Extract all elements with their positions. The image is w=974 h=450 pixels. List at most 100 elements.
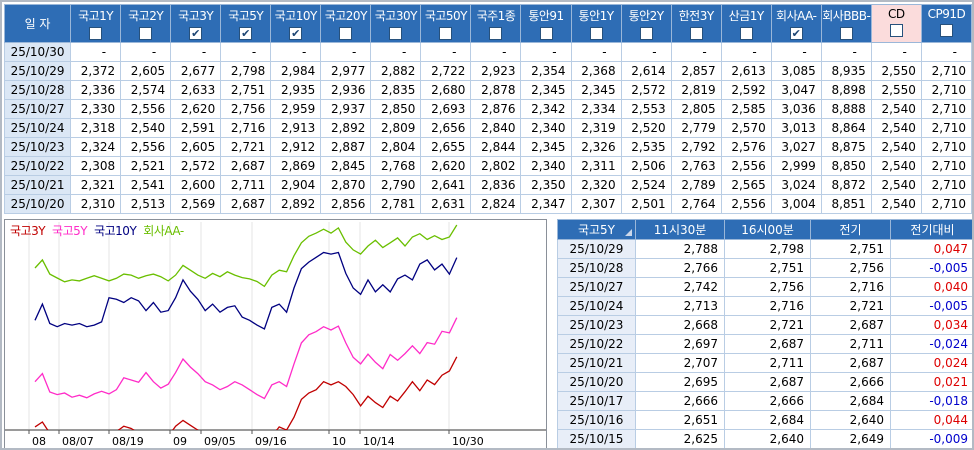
rate-cell: 2,711 [220, 175, 272, 195]
column-header-국주1종[interactable]: 국주1종 [470, 4, 522, 43]
column-header-산금1Y[interactable]: 산금1Y [720, 4, 772, 43]
column-checkbox[interactable]: ✔ [239, 27, 253, 40]
bond-rates-window: 일 자 국고1Y 국고2Y 국고3Y ✔ 국고5Y ✔ 국고10Y ✔ 국고20Y 국고30Y 국고5… [0, 0, 974, 450]
change-cell: 0,021 [890, 372, 972, 392]
date-column-header[interactable]: 일 자 [4, 4, 72, 43]
column-checkbox[interactable] [689, 27, 703, 40]
column-checkbox[interactable] [389, 27, 403, 40]
rate-cell: 2,923 [470, 61, 522, 81]
rate-cell: 2,540 [120, 118, 172, 138]
column-checkbox[interactable] [89, 27, 103, 40]
value-1600-cell: 2,640 [724, 429, 811, 448]
column-header-국고2Y[interactable]: 국고2Y [120, 4, 172, 43]
rate-cell: - [420, 42, 472, 62]
rate-cell: 2,763 [670, 156, 722, 176]
column-header-통안1Y[interactable]: 통안1Y [570, 4, 622, 43]
column-checkbox[interactable] [439, 27, 453, 40]
detail-table: 국고5Y 11시30분 16시00분 전기 전기대비 25/10/29 2,788 2,7… [557, 219, 972, 448]
rate-cell: 2,570 [720, 118, 772, 138]
column-checkbox[interactable]: ✔ [289, 27, 303, 40]
rate-cell: 2,937 [320, 99, 372, 119]
column-header-국고5Y[interactable]: 국고5Y ✔ [220, 4, 272, 43]
rate-cell: 2,631 [420, 194, 472, 214]
table-row[interactable]: 25/10/22 2,308 2,521 2,572 2,687 2,869 2,845 2,… [4, 156, 972, 176]
date-cell: 25/10/20 [4, 194, 72, 214]
detail-row[interactable]: 25/10/22 2,697 2,687 2,711 -0,024 [557, 334, 972, 354]
detail-column-header[interactable]: 11시30분 [635, 219, 725, 240]
column-checkbox[interactable] [939, 24, 953, 37]
table-row[interactable]: 25/10/23 2,324 2,556 2,605 2,721 2,912 2,887 2,… [4, 137, 972, 157]
rate-cell: 2,789 [670, 175, 722, 195]
detail-row[interactable]: 25/10/27 2,742 2,756 2,716 0,040 [557, 277, 972, 297]
column-header-국고3Y[interactable]: 국고3Y ✔ [170, 4, 222, 43]
table-row[interactable]: 25/10/28 2,336 2,574 2,633 2,751 2,935 2,936 2,… [4, 80, 972, 100]
value-1600-cell: 2,721 [724, 315, 811, 335]
column-header-회사BBB-[interactable]: 회사BBB- [820, 4, 872, 43]
detail-column-header[interactable]: 전기 [810, 219, 891, 240]
column-header-통안91[interactable]: 통안91 [520, 4, 572, 43]
rate-cell: 2,984 [270, 61, 322, 81]
value-1130-cell: 2,766 [635, 258, 725, 278]
column-header-통안2Y[interactable]: 통안2Y [620, 4, 672, 43]
column-checkbox[interactable] [489, 27, 503, 40]
daily-rates-table: 일 자 국고1Y 국고2Y 국고3Y ✔ 국고5Y ✔ 국고10Y ✔ 국고20Y 국고30Y 국고5… [4, 4, 972, 214]
column-checkbox[interactable]: ✔ [189, 27, 203, 40]
table-row[interactable]: 25/10/30- - - - - - - - - - - - - - - - - - [4, 42, 972, 62]
date-cell: 25/10/22 [557, 334, 636, 354]
column-header-한전3Y[interactable]: 한전3Y [670, 4, 722, 43]
column-header-국고10Y[interactable]: 국고10Y ✔ [270, 4, 322, 43]
detail-row[interactable]: 25/10/23 2,668 2,721 2,687 0,034 [557, 315, 972, 335]
series-select-header[interactable]: 국고5Y [557, 219, 636, 240]
column-checkbox[interactable] [339, 27, 353, 40]
rate-cell: 2,857 [670, 61, 722, 81]
detail-column-header[interactable]: 16시00분 [724, 219, 811, 240]
rate-cell: 2,572 [620, 80, 672, 100]
table-row[interactable]: 25/10/21 2,321 2,541 2,600 2,711 2,904 2,870 2,… [4, 175, 972, 195]
detail-row[interactable]: 25/10/15 2,625 2,640 2,649 -0,009 [557, 429, 972, 448]
column-checkbox[interactable] [839, 27, 853, 40]
table-row[interactable]: 25/10/24 2,318 2,540 2,591 2,716 2,913 2,892 2,… [4, 118, 972, 138]
column-checkbox[interactable] [139, 27, 153, 40]
rate-cell: 2,345 [520, 80, 572, 100]
legend-item: 국고3Y [10, 224, 46, 238]
rate-cell: 2,342 [520, 99, 572, 119]
column-header-CP91D[interactable]: CP91D [920, 4, 972, 43]
column-checkbox[interactable] [539, 27, 553, 40]
column-header-회사AA-[interactable]: 회사AA- ✔ [770, 4, 822, 43]
detail-row[interactable]: 25/10/16 2,651 2,684 2,640 0,044 [557, 410, 972, 430]
prev-cell: 2,687 [810, 315, 891, 335]
rate-cell: 2,655 [420, 137, 472, 157]
detail-row[interactable]: 25/10/20 2,695 2,687 2,666 0,021 [557, 372, 972, 392]
date-cell: 25/10/15 [557, 429, 636, 448]
column-checkbox[interactable] [739, 27, 753, 40]
rate-cell: 2,904 [270, 175, 322, 195]
detail-row[interactable]: 25/10/17 2,666 2,666 2,684 -0,018 [557, 391, 972, 411]
column-checkbox[interactable]: ✔ [789, 27, 803, 40]
value-1600-cell: 2,798 [724, 239, 811, 259]
column-checkbox[interactable] [639, 27, 653, 40]
rate-cell: 2,340 [520, 156, 572, 176]
table-row[interactable]: 25/10/27 2,330 2,556 2,620 2,756 2,959 2,937 2,… [4, 99, 972, 119]
detail-row[interactable]: 25/10/29 2,788 2,798 2,751 0,047 [557, 239, 972, 259]
rate-cell: 2,790 [370, 175, 422, 195]
detail-column-header[interactable]: 전기대비 [890, 219, 972, 240]
rate-cell: - [870, 42, 922, 62]
rate-cell: 2,334 [570, 99, 622, 119]
column-header-국고20Y[interactable]: 국고20Y [320, 4, 372, 43]
column-header-국고50Y[interactable]: 국고50Y [420, 4, 472, 43]
rate-cell: 3,036 [770, 99, 822, 119]
rate-cell: 2,710 [920, 175, 972, 195]
column-checkbox[interactable] [589, 27, 603, 40]
detail-row[interactable]: 25/10/24 2,713 2,716 2,721 -0,005 [557, 296, 972, 316]
table-row[interactable]: 25/10/29 2,372 2,605 2,677 2,798 2,984 2,977 2,… [4, 61, 972, 81]
column-header-CD[interactable]: CD [870, 4, 922, 43]
detail-row[interactable]: 25/10/21 2,707 2,711 2,687 0,024 [557, 353, 972, 373]
column-header-국고1Y[interactable]: 국고1Y [70, 4, 122, 43]
table-row[interactable]: 25/10/20 2,310 2,513 2,569 2,687 2,892 2,856 2,… [4, 194, 972, 214]
column-label: 국고10Y [274, 9, 318, 23]
rate-cell: 2,935 [270, 80, 322, 100]
detail-row[interactable]: 25/10/28 2,766 2,751 2,756 -0,005 [557, 258, 972, 278]
rate-cell: 2,887 [320, 137, 372, 157]
column-header-국고30Y[interactable]: 국고30Y [370, 4, 422, 43]
column-checkbox[interactable] [889, 24, 903, 37]
